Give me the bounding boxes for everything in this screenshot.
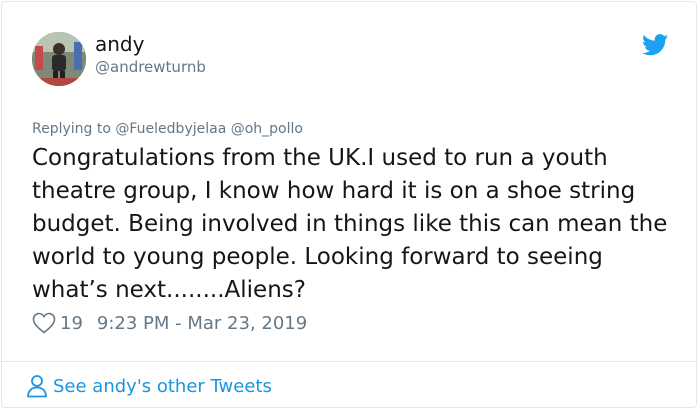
tweet-meta: 19 9:23 PM - Mar 23, 2019: [32, 311, 307, 335]
replying-label: Replying to: [32, 121, 111, 137]
heart-icon[interactable]: [32, 312, 56, 334]
timestamp[interactable]: 9:23 PM - Mar 23, 2019: [97, 313, 307, 334]
divider: [1, 361, 695, 362]
tweet-text: Congratulations from the UK.I used to ru…: [32, 145, 668, 303]
twitter-bird-icon[interactable]: [642, 34, 668, 56]
replying-to: Replying to @Fueledbyjelaa @oh_pollo: [32, 121, 303, 137]
avatar[interactable]: [32, 32, 86, 86]
see-more-label[interactable]: See andy's other Tweets: [53, 376, 272, 397]
like-count[interactable]: 19: [60, 313, 83, 334]
person-icon: [27, 375, 47, 398]
mention-link[interactable]: @Fueledbyjelaa: [115, 121, 226, 137]
mention-link[interactable]: @oh_pollo: [231, 121, 303, 137]
author-handle[interactable]: @andrewturnb: [95, 58, 206, 76]
author-name[interactable]: andy: [95, 33, 144, 55]
see-more-tweets-link[interactable]: See andy's other Tweets: [26, 373, 272, 399]
